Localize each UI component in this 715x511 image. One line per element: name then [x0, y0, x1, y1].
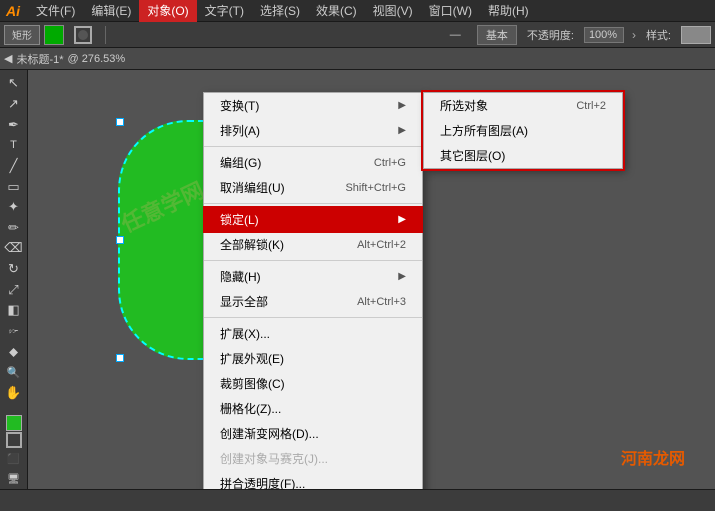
- menu-show-all[interactable]: 显示全部 Alt+Ctrl+3: [204, 289, 422, 314]
- app-logo: Ai: [2, 3, 24, 19]
- color-mode-icon[interactable]: ⬛: [3, 450, 25, 469]
- zoom-tool[interactable]: 🔍: [3, 363, 25, 382]
- sep3: [204, 260, 422, 261]
- object-menu[interactable]: 变换(T) ▶ 排列(A) ▶ 编组(G) Ctrl+G 取消编组(U) Shi…: [203, 92, 423, 489]
- brand-text: 河南龙网: [621, 445, 685, 469]
- doc-name: 未标题-1*: [16, 51, 63, 67]
- pen-tool[interactable]: ✒: [3, 115, 25, 134]
- menu-flatten[interactable]: 拼合透明度(F)...: [204, 471, 422, 489]
- menu-rasterize[interactable]: 栅格化(Z)...: [204, 396, 422, 421]
- lock-submenu[interactable]: 所选对象 Ctrl+2 上方所有图层(A) 其它图层(O): [423, 92, 623, 169]
- arrow-icon: ›: [632, 28, 636, 42]
- toolbar: 矩形 — 基本 不透明度: 100% › 样式:: [0, 22, 715, 48]
- menu-gradient-mesh[interactable]: 创建渐变网格(D)...: [204, 421, 422, 446]
- menu-expand[interactable]: 扩展(X)...: [204, 321, 422, 346]
- basic-label: —: [444, 27, 473, 43]
- arrow-lock: ▶: [398, 214, 406, 225]
- text-tool[interactable]: T: [3, 136, 25, 155]
- menu-mosaic[interactable]: 创建对象马赛克(J)...: [204, 446, 422, 471]
- rect-tool[interactable]: ▭: [3, 177, 25, 196]
- style-label: 样式:: [640, 25, 677, 45]
- menu-window[interactable]: 窗口(W): [421, 0, 480, 22]
- gradient-tool[interactable]: ◧: [3, 301, 25, 320]
- menu-ungroup[interactable]: 取消编组(U) Shift+Ctrl+G: [204, 175, 422, 200]
- menu-select[interactable]: 选择(S): [252, 0, 308, 22]
- handle-bottom-left[interactable]: [116, 354, 124, 362]
- stroke-color[interactable]: [68, 24, 98, 46]
- direct-select-tool[interactable]: ↗: [3, 95, 25, 114]
- menu-text[interactable]: 文字(T): [197, 0, 252, 22]
- menu-effect[interactable]: 效果(C): [308, 0, 365, 22]
- lock-above[interactable]: 上方所有图层(A): [424, 118, 622, 143]
- menu-group[interactable]: 编组(G) Ctrl+G: [204, 150, 422, 175]
- rotate-tool[interactable]: ↻: [3, 260, 25, 279]
- menu-unlock-all[interactable]: 全部解锁(K) Alt+Ctrl+2: [204, 232, 422, 257]
- line-tool[interactable]: ╱: [3, 157, 25, 176]
- menu-transform[interactable]: 变换(T) ▶: [204, 93, 422, 118]
- handle-top-left[interactable]: [116, 118, 124, 126]
- toolbar-separator: [105, 26, 106, 44]
- opacity-input[interactable]: 100%: [584, 27, 624, 43]
- eraser-tool[interactable]: ⌫: [3, 239, 25, 258]
- canvas-area: 任意学网 河南龙网 变换(T) ▶ 排列(A) ▶ 编组(G) Ctrl+G: [28, 70, 715, 489]
- menu-crop-image[interactable]: 裁剪图像(C): [204, 371, 422, 396]
- fill-color[interactable]: [44, 25, 64, 45]
- pencil-tool[interactable]: ✏: [3, 218, 25, 237]
- doc-arrow[interactable]: ◀: [4, 52, 12, 65]
- menu-view[interactable]: 视图(V): [365, 0, 421, 22]
- tools-panel: ↖ ↗ ✒ T ╱ ▭ ✦ ✏ ⌫ ↻ ⤢ ◧ 🖙 ⬥ 🔍 ✋ ⬛ 🖥: [0, 70, 28, 489]
- main-area: ↖ ↗ ✒ T ╱ ▭ ✦ ✏ ⌫ ↻ ⤢ ◧ 🖙 ⬥ 🔍 ✋ ⬛ 🖥: [0, 70, 715, 489]
- sep4: [204, 317, 422, 318]
- menu-edit[interactable]: 编辑(E): [83, 0, 139, 22]
- arrow-arrange: ▶: [398, 125, 406, 136]
- stroke-tool[interactable]: [6, 432, 22, 448]
- arrow-transform: ▶: [398, 100, 406, 111]
- status-bar: [0, 489, 715, 511]
- hand-tool[interactable]: ✋: [3, 384, 25, 403]
- select-tool[interactable]: ↖: [3, 74, 25, 93]
- shape-selector[interactable]: 矩形: [4, 25, 40, 45]
- brush-tool[interactable]: ✦: [3, 198, 25, 217]
- arrow-hide: ▶: [398, 271, 406, 282]
- menu-lock[interactable]: 锁定(L) ▶: [204, 207, 422, 232]
- doc-zoom: @ 276.53%: [68, 53, 126, 65]
- doc-bar: ◀ 未标题-1* @ 276.53%: [0, 48, 715, 70]
- screen-mode-icon[interactable]: 🖥: [3, 470, 25, 489]
- lock-selected[interactable]: 所选对象 Ctrl+2: [424, 93, 622, 118]
- menu-expand-appearance[interactable]: 扩展外观(E): [204, 346, 422, 371]
- handle-mid-left[interactable]: [116, 236, 124, 244]
- lock-other-layers[interactable]: 其它图层(O): [424, 143, 622, 168]
- blend-tool[interactable]: ⬥: [3, 342, 25, 361]
- menu-help[interactable]: 帮助(H): [480, 0, 537, 22]
- menu-arrange[interactable]: 排列(A) ▶: [204, 118, 422, 143]
- scale-tool[interactable]: ⤢: [3, 280, 25, 299]
- opacity-label: 不透明度:: [521, 25, 580, 45]
- menu-hide[interactable]: 隐藏(H) ▶: [204, 264, 422, 289]
- sep1: [204, 146, 422, 147]
- eyedropper-tool[interactable]: 🖙: [3, 322, 25, 341]
- menu-file[interactable]: 文件(F): [28, 0, 83, 22]
- menu-object[interactable]: 对象(O): [139, 0, 196, 22]
- menu-bar: Ai 文件(F) 编辑(E) 对象(O) 文字(T) 选择(S) 效果(C) 视…: [0, 0, 715, 22]
- basic-button[interactable]: 基本: [477, 25, 517, 45]
- style-swatch[interactable]: [681, 26, 711, 44]
- sep2: [204, 203, 422, 204]
- fill-tool[interactable]: [6, 415, 22, 431]
